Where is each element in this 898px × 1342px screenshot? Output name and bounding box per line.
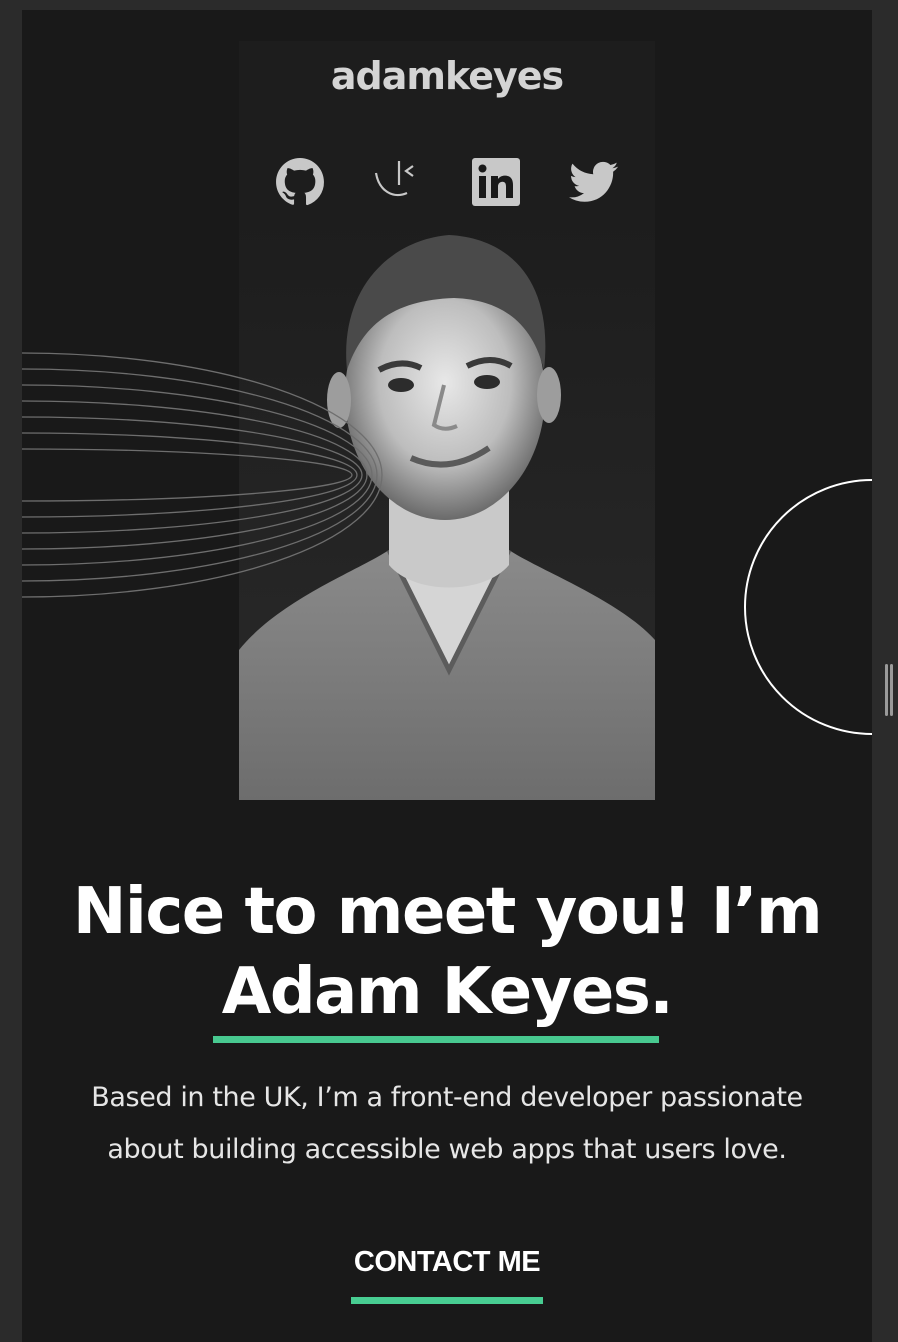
frontend-mentor-link[interactable] [372,156,424,208]
github-link[interactable] [274,156,326,208]
name-underline [213,1036,659,1043]
frontend-mentor-icon [374,161,414,197]
headline-name: Adam Keyes. [221,955,674,1029]
hero-bio: Based in the UK, I’m a front-end develop… [22,1072,872,1176]
twitter-icon [569,161,619,202]
decorative-rings [22,352,383,598]
headline-line1: Nice to meet you! I’m [72,875,823,949]
bio-line1: Based in the UK, I’m a front-end develop… [91,1082,803,1113]
brand-logo[interactable]: adamkeyes [22,54,872,98]
hero-headline: Nice to meet you! I’m Adam Keyes. [22,872,872,1032]
social-links [272,156,622,206]
contact-me-button[interactable]: CONTACT ME [351,1246,543,1279]
linkedin-link[interactable] [470,156,522,208]
linkedin-icon [472,158,520,206]
page-frame: adamkeyes Nice to meet you! I’m Adam Key… [22,10,872,1342]
github-icon [276,158,324,206]
decorative-circle [744,479,872,735]
contact-underline [351,1297,543,1304]
twitter-link[interactable] [568,156,620,208]
bio-line2: about building accessible web apps that … [107,1134,787,1165]
scrollbar-handle[interactable] [884,664,894,716]
